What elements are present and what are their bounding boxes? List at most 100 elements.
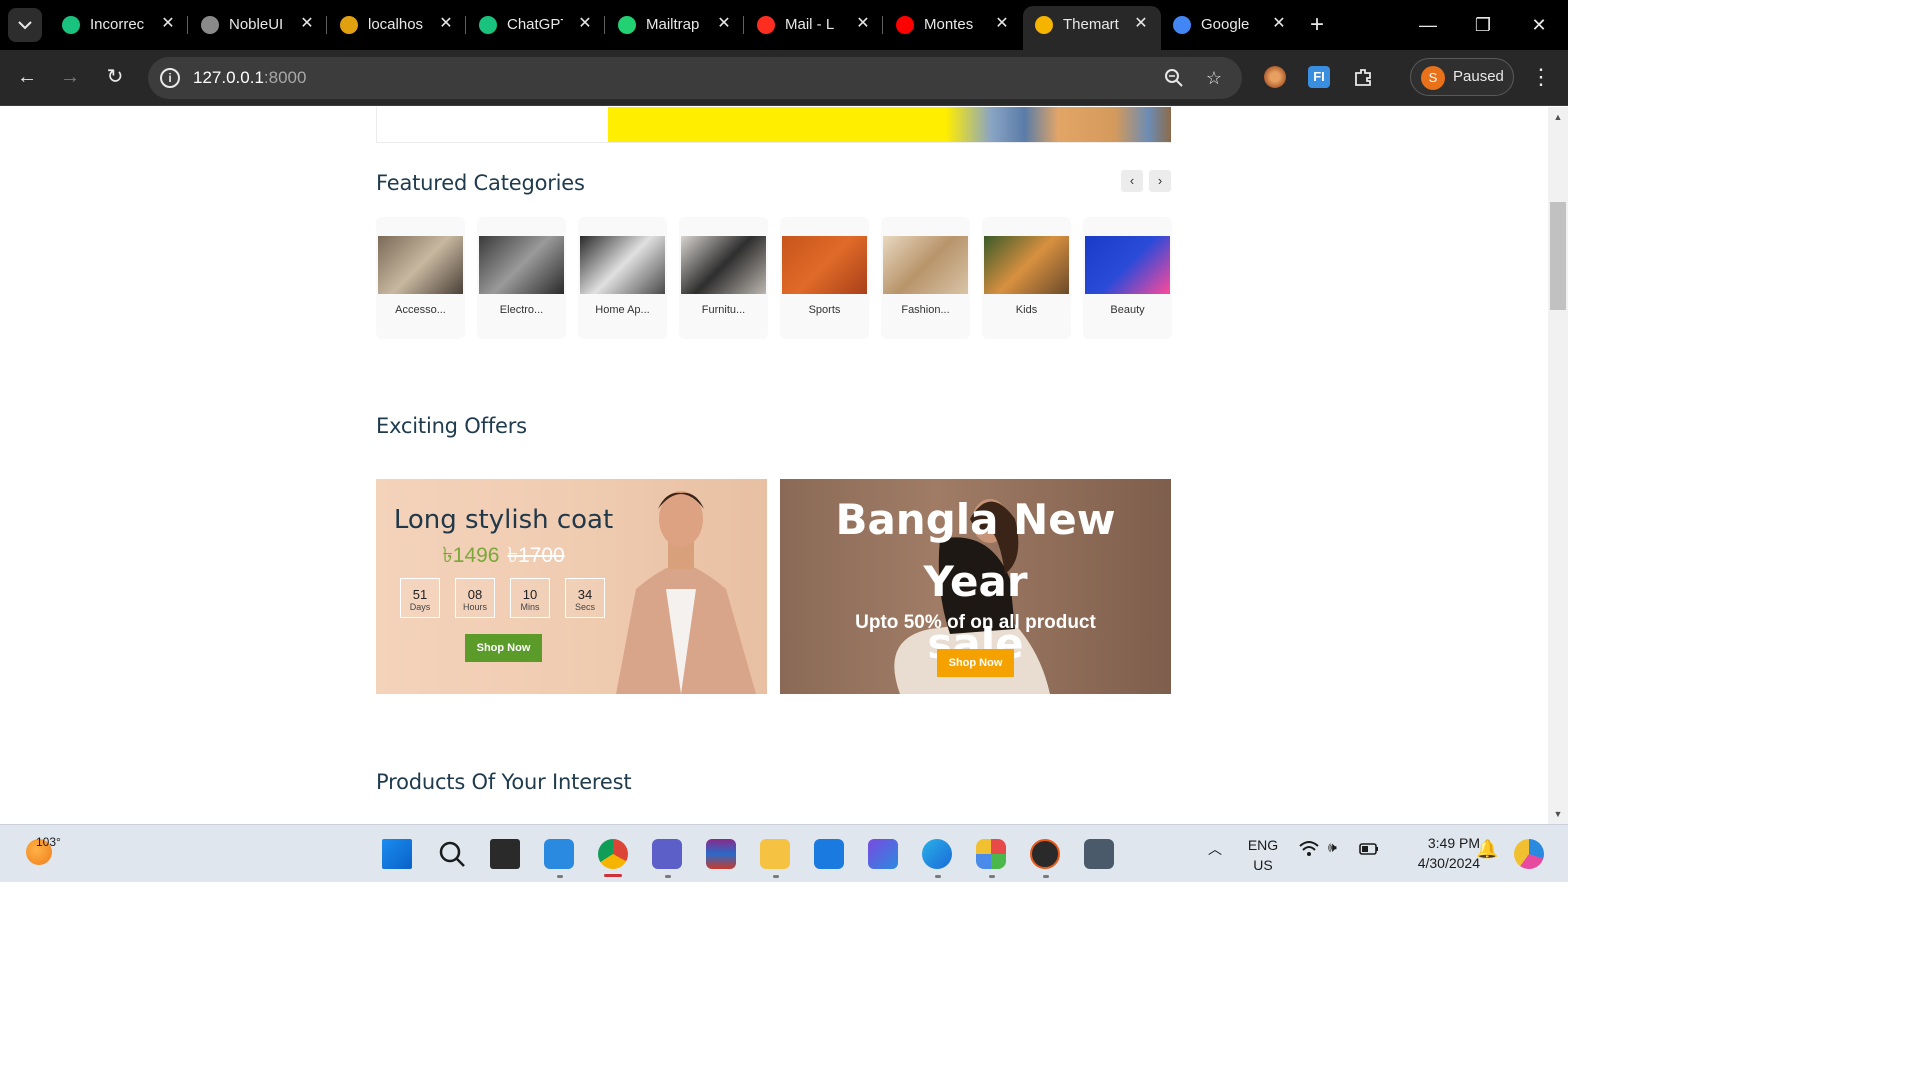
tab-search-button[interactable] [8,8,42,42]
browser-tab[interactable]: localhos ✕ [328,8,466,42]
search-icon[interactable] [437,839,467,869]
close-tab-icon[interactable]: ✕ [436,13,456,33]
url-text[interactable]: 127.0.0.1:8000 [193,68,306,88]
scroll-down-arrow-icon[interactable]: ▼ [1553,809,1563,819]
copilot-pre-icon[interactable] [1514,839,1544,869]
close-tab-icon[interactable]: ✕ [714,13,734,33]
volume-icon[interactable]: 🕪 [1328,839,1337,856]
restore-button[interactable]: ❐ [1468,12,1498,38]
countdown-box: 10 Mins [510,578,550,618]
browser-tab[interactable]: ChatGPT ✕ [467,8,605,42]
category-card[interactable]: Accesso... [376,217,465,339]
notification-bell-icon[interactable]: 🔔 [1476,839,1498,860]
category-card[interactable]: Home Ap... [578,217,667,339]
media-player-icon[interactable] [1030,839,1060,869]
category-name: Fashion... [901,304,950,316]
browser-tab[interactable]: Google ✕ [1161,8,1299,42]
reload-button[interactable]: ↻ [102,64,128,90]
category-image [782,236,867,294]
close-tab-icon[interactable]: ✕ [1269,13,1289,33]
tab-title: ChatGPT [507,16,563,33]
category-card[interactable]: Fashion... [881,217,970,339]
profile-status: Paused [1453,68,1504,85]
tab-title: Google [1201,16,1250,33]
tab-separator [187,16,188,34]
tab-title: localhos [368,16,424,33]
price-old: ৳1700 [507,544,565,567]
task-view-icon[interactable] [490,839,520,869]
tab-strip: Incorrec✕NobleUI✕localhos✕ChatGPT✕Mailtr… [0,0,1568,50]
close-window-button[interactable]: ✕ [1524,12,1554,38]
running-indicator [989,875,995,878]
tab-title: Mail - L [785,16,835,33]
close-tab-icon[interactable]: ✕ [158,13,178,33]
category-card[interactable]: Furnitu... [679,217,768,339]
address-bar[interactable]: i 127.0.0.1:8000 ☆ [148,57,1242,99]
shop-now-button[interactable]: Shop Now [937,649,1014,677]
browser-tab[interactable]: NobleUI ✕ [189,8,327,42]
wifi-icon[interactable] [1298,839,1320,862]
minimize-button[interactable]: — [1413,12,1443,38]
system-clock[interactable]: 3:49 PM 4/30/2024 [1392,833,1480,873]
running-indicator [1043,875,1049,878]
browser-tab[interactable]: Mail - L ✕ [745,8,883,42]
browser-menu-icon[interactable]: ⋮ [1530,64,1552,90]
shop-now-button[interactable]: Shop Now [465,634,542,662]
app-launcher-icon[interactable] [976,839,1006,869]
copilot-icon[interactable] [868,839,898,869]
page-scrollbar[interactable]: ▲ ▼ [1548,107,1568,824]
scroll-up-arrow-icon[interactable]: ▲ [1553,112,1563,122]
offer2-title: Bangla New Year sale [780,489,1171,675]
edge-icon[interactable] [922,839,952,869]
offer-card-coat[interactable]: Long stylish coat ৳1496 ৳1700 51 Days 08 Hou… [376,479,767,694]
category-image [1085,236,1170,294]
start-windows-icon[interactable] [382,839,412,869]
countdown-value: 51 [412,587,428,602]
products-interest-title: Products Of Your Interest [376,770,632,794]
chevron-up-icon[interactable]: ︿ [1208,839,1222,859]
browser-tab[interactable]: Incorrec ✕ [50,8,188,42]
profile-button[interactable]: S Paused [1410,58,1514,96]
scroll-thumb[interactable] [1550,202,1566,310]
close-tab-icon[interactable]: ✕ [853,13,873,33]
category-image [681,236,766,294]
vscode-icon[interactable] [544,839,574,869]
language-indicator[interactable]: ENG US [1244,835,1282,875]
extensions-puzzle-icon[interactable] [1352,66,1374,88]
category-card[interactable]: Electro... [477,217,566,339]
category-name: Electro... [499,304,544,316]
forward-button[interactable]: → [57,64,83,90]
new-tab-button[interactable]: + [1304,12,1330,38]
offer-card-new-year[interactable]: Bangla New Year sale Upto 50% of on all … [780,479,1171,694]
category-card[interactable]: Kids [982,217,1071,339]
active-indicator [604,874,622,877]
close-tab-icon[interactable]: ✕ [575,13,595,33]
category-name: Kids [1015,304,1038,316]
battery-icon[interactable] [1358,839,1380,862]
chatgpt-icon [479,16,497,34]
mail-icon[interactable] [814,839,844,869]
back-button[interactable]: ← [14,64,40,90]
file-explorer-icon[interactable] [760,839,790,869]
extension-fi-icon[interactable]: FI [1308,66,1330,88]
teams-icon[interactable] [652,839,682,869]
close-tab-icon[interactable]: ✕ [1131,13,1151,33]
zoom-icon[interactable] [1163,67,1185,89]
cookie-extension-icon[interactable] [1264,66,1286,88]
browser-tab[interactable]: Montes ✕ [884,8,1022,42]
winrar-icon[interactable] [706,839,736,869]
bookmark-star-icon[interactable]: ☆ [1203,67,1225,89]
countdown-unit: Days [409,602,431,612]
category-card[interactable]: Sports [780,217,869,339]
close-tab-icon[interactable]: ✕ [992,13,1012,33]
category-card[interactable]: Beauty [1083,217,1172,339]
calculator-icon[interactable] [1084,839,1114,869]
site-info-icon[interactable]: i [160,68,180,88]
carousel-next-button[interactable]: › [1149,170,1171,192]
chrome-icon[interactable] [598,839,628,869]
browser-tab[interactable]: Themart ✕ [1023,6,1161,50]
carousel-prev-button[interactable]: ‹ [1121,170,1143,192]
browser-tab[interactable]: Mailtrap ✕ [606,8,744,42]
close-tab-icon[interactable]: ✕ [297,13,317,33]
hero-banner [376,107,1171,143]
